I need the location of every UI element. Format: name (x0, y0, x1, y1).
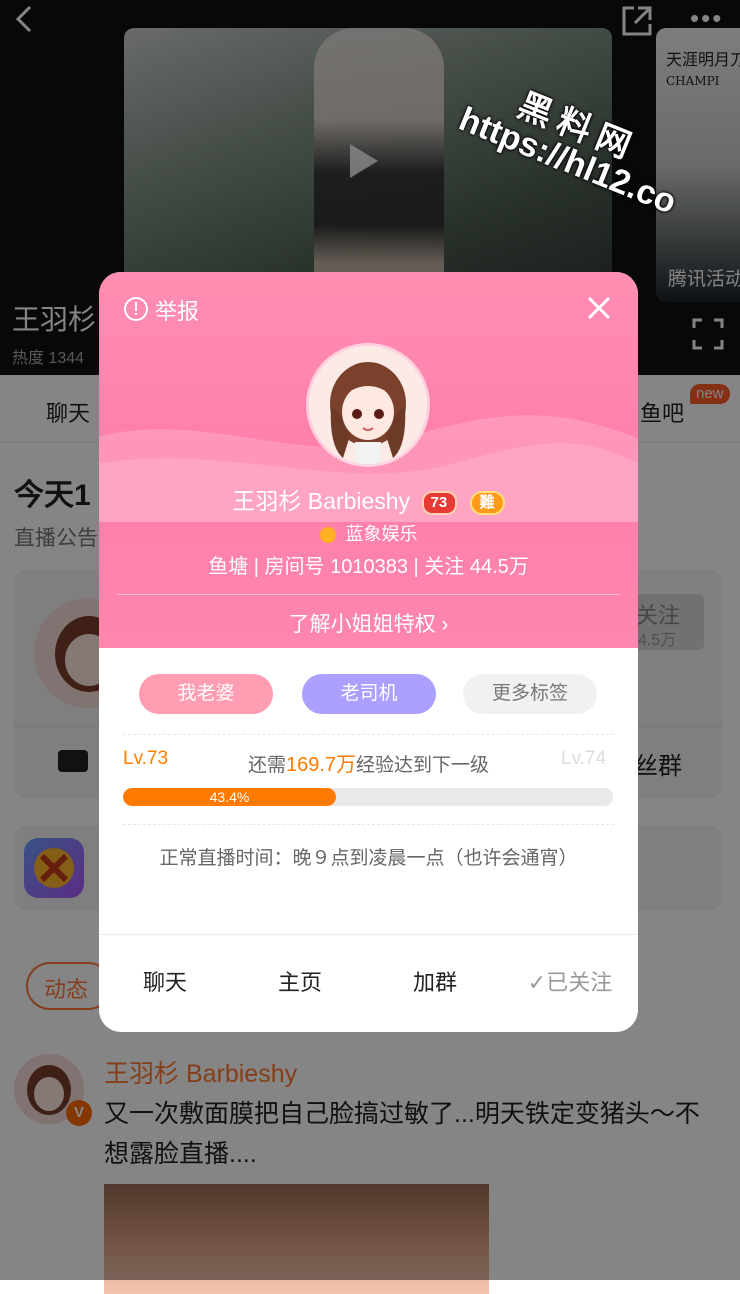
header-divider (117, 594, 620, 595)
dashed-divider (123, 734, 614, 735)
privilege-link[interactable]: 了解小姐姐特权 › (99, 608, 638, 638)
followed-button[interactable]: ✓已关注 (510, 968, 630, 998)
profile-stats: 鱼塘 | 房间号 1010383 | 关注 44.5万 (208, 556, 529, 578)
more-tags-button[interactable]: 更多标签 (463, 674, 597, 714)
profile-name-row: 王羽杉 Barbieshy 73 難 (99, 482, 638, 516)
organization-row: 蓝象娱乐 (99, 520, 638, 546)
profile-avatar[interactable] (309, 346, 427, 464)
current-level: Lv.73 (123, 748, 169, 769)
chat-button[interactable]: 聊天 (105, 968, 225, 998)
profile-card-modal: 举报 王羽杉 Barbieshy 73 難 蓝象娱乐 鱼塘 | 房间号 1010… (99, 272, 638, 1032)
close-icon[interactable] (587, 296, 611, 320)
tag-item[interactable]: 我老婆 (139, 674, 273, 714)
exp-needed-value: 169.7万 (285, 754, 357, 776)
level-progress-bar: 43.4% (123, 788, 613, 806)
alert-icon[interactable] (123, 296, 149, 322)
profile-name: 王羽杉 Barbieshy (232, 488, 411, 514)
difficulty-badge: 難 (469, 490, 505, 515)
dashed-divider (123, 824, 614, 825)
live-schedule-text: 正常直播时间：晚９点到凌晨一点（也许会通宵） (159, 848, 578, 869)
join-group-button[interactable]: 加群 (375, 968, 495, 998)
level-badge: 73 (422, 490, 458, 515)
organization-name: 蓝象娱乐 (345, 524, 418, 544)
profile-card-header: 举报 王羽杉 Barbieshy 73 難 蓝象娱乐 鱼塘 | 房间号 1010… (99, 272, 638, 648)
report-button[interactable]: 举报 (155, 294, 199, 326)
tag-item[interactable]: 老司机 (302, 674, 436, 714)
next-level: Lv.74 (561, 748, 607, 769)
level-progress-label: 43.4% (209, 789, 250, 805)
organization-flag-icon (319, 527, 336, 544)
actions-divider (99, 934, 638, 935)
homepage-button[interactable]: 主页 (240, 968, 360, 998)
exp-needed-text: 还需169.7万经验达到下一级 (247, 754, 490, 776)
